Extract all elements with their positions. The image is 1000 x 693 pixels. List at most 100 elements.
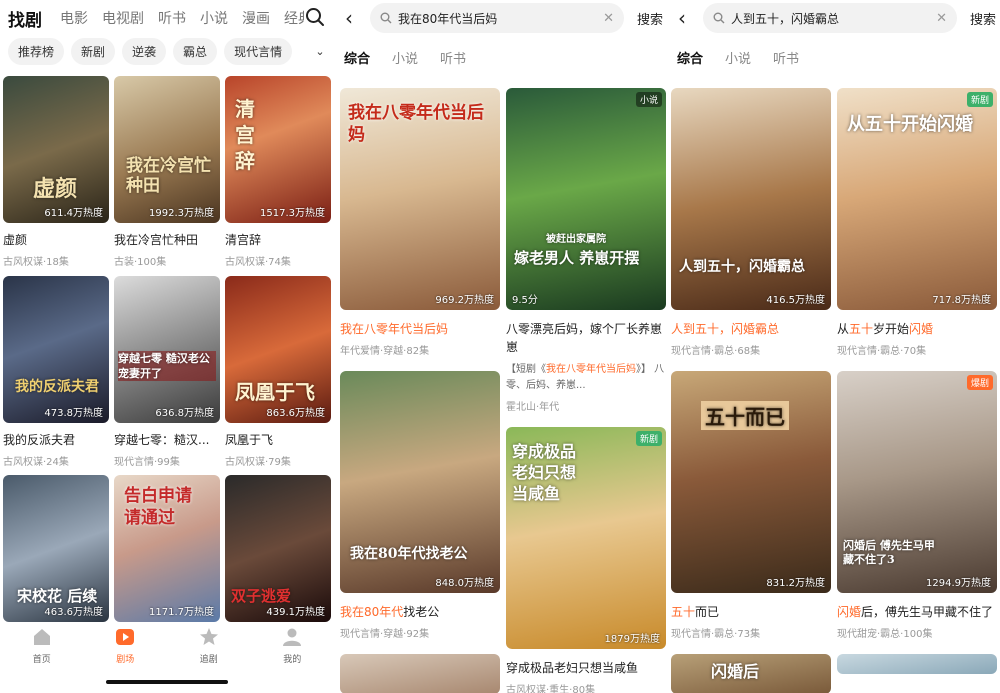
poster: 五十而已 831.2万热度 bbox=[671, 371, 831, 593]
heat-count: 969.2万热度 bbox=[435, 295, 494, 306]
clear-icon[interactable]: ✕ bbox=[936, 11, 947, 26]
drama-card[interactable]: 我在冷宫忙种田 1992.3万热度 我在冷宫忙种田 古装·100集 bbox=[114, 76, 220, 268]
heat-count: 831.2万热度 bbox=[766, 578, 825, 589]
tab-audiobook[interactable]: 听书 bbox=[773, 48, 799, 67]
search-icon[interactable] bbox=[304, 6, 326, 28]
chip-modern-romance[interactable]: 现代言情 bbox=[224, 38, 293, 65]
poster: 穿越七零 糙汉老公宠妻开了 636.8万热度 bbox=[114, 276, 220, 423]
drama-card[interactable]: 清宫辞 1517.3万热度 清宫辞 古风权谋·74集 bbox=[225, 76, 331, 268]
result-column-left: 我在八零年代当后妈 969.2万热度 我在八零年代当后妈 年代爱情·穿越·82集… bbox=[340, 88, 500, 693]
tab-all[interactable]: 综合 bbox=[677, 48, 703, 67]
filter-chips: 推荐榜 新剧 逆袭 霸总 现代言情 ⌄ bbox=[0, 38, 334, 68]
result-meta: 年代爱情·穿越·82集 bbox=[340, 346, 430, 357]
result-poster-partial[interactable] bbox=[340, 654, 500, 693]
rating: 9.5分 bbox=[512, 295, 538, 306]
poster: 我的反派夫君 473.8万热度 bbox=[3, 276, 109, 423]
drama-meta: 古风权谋·74集 bbox=[225, 257, 291, 268]
drama-title: 清宫辞 bbox=[225, 233, 262, 247]
tab-audiobook[interactable]: 听书 bbox=[440, 48, 466, 67]
nav-tab-novel[interactable]: 小说 bbox=[200, 8, 228, 28]
chip-recommended[interactable]: 推荐榜 bbox=[8, 38, 65, 65]
result-meta: 现代言情·霸总·68集 bbox=[671, 346, 761, 357]
poster: 凤凰于飞 863.6万热度 bbox=[225, 276, 331, 423]
poster: 我在冷宫忙种田 1992.3万热度 bbox=[114, 76, 220, 223]
drama-title: 穿越七零：糙汉... bbox=[114, 433, 210, 447]
search-icon bbox=[380, 12, 392, 24]
result-card[interactable]: 五十而已 831.2万热度 五十而已 现代言情·霸总·73集 bbox=[671, 371, 831, 640]
search-icon bbox=[713, 12, 725, 24]
result-column-right: 新剧 从五十开始闪婚 717.8万热度 从五十岁开始闪婚 现代言情·霸总·70集… bbox=[837, 88, 997, 674]
home-icon bbox=[33, 629, 50, 645]
tab-home[interactable]: 首页 bbox=[0, 622, 84, 693]
poster: 清宫辞 1517.3万热度 bbox=[225, 76, 331, 223]
tag-new: 新剧 bbox=[635, 431, 662, 446]
search-header: ‹ 我在80年代当后妈 ✕ 搜索 bbox=[334, 0, 667, 36]
drama-title: 我在冷宫忙种田 bbox=[114, 233, 199, 247]
drama-card[interactable]: 虚颜 611.4万热度 虚颜 古风权谋·18集 bbox=[3, 76, 109, 268]
result-meta: 古风权谋·重生·80集 bbox=[506, 685, 596, 693]
result-title: 从五十岁开始闪婚 bbox=[837, 322, 934, 336]
back-arrow-icon[interactable]: ‹ bbox=[334, 0, 364, 36]
drama-card[interactable]: 双子逃爱 439.1万热度 bbox=[225, 475, 331, 622]
chip-comeback[interactable]: 逆袭 bbox=[122, 38, 167, 65]
result-card[interactable]: 人到五十，闪婚霸总 416.5万热度 人到五十，闪婚霸总 现代言情·霸总·68集 bbox=[671, 88, 831, 357]
result-title: 我在80年代找老公 bbox=[340, 605, 440, 619]
nav-tab-movie[interactable]: 电影 bbox=[60, 8, 88, 28]
search-button[interactable]: 搜索 bbox=[970, 9, 996, 28]
result-card[interactable]: 新剧 穿成极品老妇只想当咸鱼 1879万热度 穿成极品老妇只想当咸鱼 古风权谋·… bbox=[506, 427, 666, 693]
result-card[interactable]: 小说 被赶出家属院 嫁老男人 养崽开摆 9.5分 八零漂亮后妈，嫁个厂长养崽崽 … bbox=[506, 88, 666, 413]
drama-meta: 古风权谋·18集 bbox=[3, 257, 69, 268]
clear-icon[interactable]: ✕ bbox=[603, 11, 614, 26]
poster: 我在八零年代当后妈 969.2万热度 bbox=[340, 88, 500, 310]
result-title: 八零漂亮后妈，嫁个厂长养崽崽 bbox=[506, 322, 663, 354]
tag-new: 新剧 bbox=[966, 92, 993, 107]
heat-count: 439.1万热度 bbox=[266, 607, 325, 618]
drama-card[interactable]: 我的反派夫君 473.8万热度 我的反派夫君 古风权谋·24集 bbox=[3, 276, 109, 468]
search-header: ‹ 人到五十，闪婚霸总 ✕ 搜索 bbox=[667, 0, 1000, 36]
nav-tab-tv[interactable]: 电视剧 bbox=[102, 8, 144, 28]
poster: 告白申请 请通过 1171.7万热度 bbox=[114, 475, 220, 622]
chip-ceo[interactable]: 霸总 bbox=[173, 38, 218, 65]
drama-card[interactable]: 凤凰于飞 863.6万热度 凤凰于飞 古风权谋·79集 bbox=[225, 276, 331, 468]
poster: 宋校花 后续 463.6万热度 bbox=[3, 475, 109, 622]
result-tabs: 综合 小说 听书 bbox=[677, 48, 799, 67]
result-title: 我在八零年代当后妈 bbox=[340, 322, 449, 336]
drama-card[interactable]: 宋校花 后续 463.6万热度 bbox=[3, 475, 109, 622]
poster: 新剧 穿成极品老妇只想当咸鱼 1879万热度 bbox=[506, 427, 666, 649]
result-poster-partial[interactable] bbox=[837, 654, 997, 674]
result-tabs: 综合 小说 听书 bbox=[344, 48, 466, 67]
drama-title: 我的反派夫君 bbox=[3, 433, 76, 447]
heat-count: 863.6万热度 bbox=[266, 408, 325, 419]
heat-count: 611.4万热度 bbox=[44, 208, 103, 219]
result-title: 人到五十，闪婚霸总 bbox=[671, 322, 780, 336]
result-meta: 现代甜宠·霸总·100集 bbox=[837, 629, 933, 640]
heat-count: 1992.3万热度 bbox=[149, 208, 214, 219]
chevron-down-icon[interactable]: ⌄ bbox=[306, 38, 334, 65]
result-card[interactable]: 我在八零年代当后妈 969.2万热度 我在八零年代当后妈 年代爱情·穿越·82集 bbox=[340, 88, 500, 357]
heat-count: 717.8万热度 bbox=[932, 295, 991, 306]
tab-novel[interactable]: 小说 bbox=[725, 48, 751, 67]
nav-tab-comic[interactable]: 漫画 bbox=[242, 8, 270, 28]
result-column-right: 小说 被赶出家属院 嫁老男人 养崽开摆 9.5分 八零漂亮后妈，嫁个厂长养崽崽 … bbox=[506, 88, 666, 693]
back-arrow-icon[interactable]: ‹ bbox=[667, 0, 697, 36]
result-card[interactable]: 新剧 从五十开始闪婚 717.8万热度 从五十岁开始闪婚 现代言情·霸总·70集 bbox=[837, 88, 997, 357]
result-poster-partial[interactable]: 闪婚后 bbox=[671, 654, 831, 693]
chip-new[interactable]: 新剧 bbox=[71, 38, 116, 65]
drama-card[interactable]: 穿越七零 糙汉老公宠妻开了 636.8万热度 穿越七零：糙汉... 现代言情·9… bbox=[114, 276, 220, 468]
result-card[interactable]: 爆剧 闪婚后 傅先生马甲藏不住了3 1294.9万热度 闪婚后，傅先生马甲藏不住… bbox=[837, 371, 997, 640]
search-input[interactable]: 我在80年代当后妈 ✕ bbox=[370, 3, 624, 33]
result-card[interactable]: 我在80年代找老公 848.0万热度 我在80年代找老公 现代言情·穿越·92集 bbox=[340, 371, 500, 640]
nav-tab-audiobook[interactable]: 听书 bbox=[158, 8, 186, 28]
heat-count: 1294.9万热度 bbox=[926, 578, 991, 589]
tab-all[interactable]: 综合 bbox=[344, 48, 370, 67]
tab-novel[interactable]: 小说 bbox=[392, 48, 418, 67]
search-input[interactable]: 人到五十，闪婚霸总 ✕ bbox=[703, 3, 957, 33]
nav-tab-find[interactable]: 找剧 bbox=[8, 6, 42, 31]
drama-card[interactable]: 告白申请 请通过 1171.7万热度 bbox=[114, 475, 220, 622]
tab-profile[interactable]: 我的 bbox=[251, 622, 335, 693]
search-button[interactable]: 搜索 bbox=[637, 9, 663, 28]
heat-count: 1171.7万热度 bbox=[149, 607, 214, 618]
search-results-screen-1: ‹ 我在80年代当后妈 ✕ 搜索 综合 小说 听书 我在八零年代当后妈 969.… bbox=[334, 0, 667, 693]
poster: 爆剧 闪婚后 傅先生马甲藏不住了3 1294.9万热度 bbox=[837, 371, 997, 593]
star-icon bbox=[199, 628, 218, 645]
